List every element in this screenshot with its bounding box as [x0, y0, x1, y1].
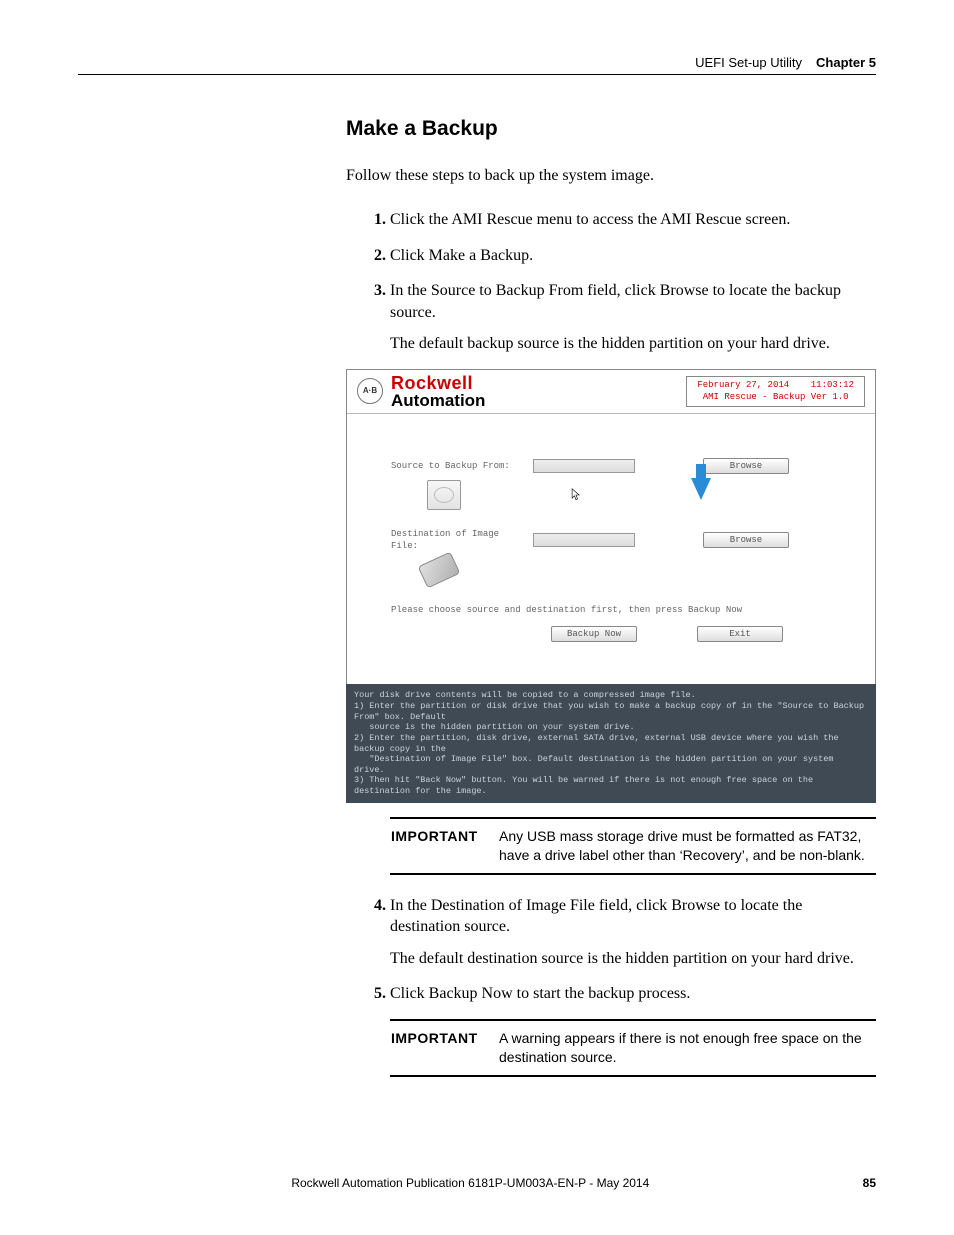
ab-logo-icon: A·B [357, 378, 383, 404]
dest-icon-row [421, 558, 843, 586]
steps-list: Click the AMI Rescue menu to access the … [346, 209, 876, 355]
step-text: In the Source to Backup From field, clic… [390, 282, 841, 321]
important-text: Any USB mass storage drive must be forma… [499, 827, 875, 865]
backup-now-button[interactable]: Backup Now [551, 626, 637, 642]
header-section: UEFI Set-up Utility [695, 55, 802, 70]
step-5: Click Backup Now to start the backup pro… [390, 983, 876, 1005]
step-2: Click Make a Backup. [390, 245, 876, 267]
important-label: IMPORTANT [391, 1029, 479, 1067]
brand-top: Rockwell [391, 374, 485, 392]
brand-text: Rockwell Automation [391, 374, 485, 409]
brand-bottom: Automation [391, 392, 485, 409]
important-box-2: IMPORTANT A warning appears if there is … [390, 1019, 876, 1077]
dest-input[interactable] [533, 533, 635, 547]
action-buttons-row: Backup Now Exit [491, 626, 843, 642]
header-chapter: Chapter 5 [816, 55, 876, 70]
step-text: Click the AMI Rescue menu to access the … [390, 211, 790, 228]
exit-button[interactable]: Exit [697, 626, 783, 642]
dest-browse-button[interactable]: Browse [703, 532, 789, 548]
header-date: February 27, 2014 [697, 380, 789, 390]
step-4-sub: The default destination source is the hi… [390, 948, 876, 970]
important-box-1: IMPORTANT Any USB mass storage drive mus… [390, 817, 876, 875]
step-3-sub: The default backup source is the hidden … [390, 333, 876, 355]
header-version: AMI Rescue - Backup Ver 1.0 [697, 391, 854, 404]
ami-rescue-screenshot: A·B Rockwell Automation February 27, 201… [346, 369, 876, 803]
help-panel: Your disk drive contents will be copied … [346, 684, 876, 802]
page-footer: Rockwell Automation Publication 6181P-UM… [78, 1176, 876, 1190]
steps-list-cont: In the Destination of Image File field, … [346, 895, 876, 1005]
instruction-note: Please choose source and destination fir… [391, 604, 843, 616]
step-3: In the Source to Backup From field, clic… [390, 280, 876, 355]
page: UEFI Set-up Utility Chapter 5 Make a Bac… [0, 0, 954, 1235]
important-label: IMPORTANT [391, 827, 479, 865]
hard-drive-icon [427, 480, 461, 510]
screenshot-body: Source to Backup From: Browse Destinatio… [347, 414, 875, 685]
source-label: Source to Backup From: [391, 460, 519, 472]
source-input[interactable] [533, 459, 635, 473]
important-text: A warning appears if there is not enough… [499, 1029, 875, 1067]
step-text: Click Make a Backup. [390, 247, 533, 264]
source-icon-row [427, 480, 843, 510]
step-1: Click the AMI Rescue menu to access the … [390, 209, 876, 231]
header-datetime: February 27, 2014 11:03:12 [697, 379, 854, 392]
dest-row: Destination of Image File: Browse [391, 528, 843, 552]
cursor-icon [571, 488, 581, 502]
screenshot-header: A·B Rockwell Automation February 27, 201… [347, 370, 875, 414]
page-header: UEFI Set-up Utility Chapter 5 [78, 55, 876, 75]
step-text: In the Destination of Image File field, … [390, 897, 802, 936]
source-browse-button[interactable]: Browse [703, 458, 789, 474]
step-text: Click Backup Now to start the backup pro… [390, 985, 690, 1002]
footer-publication: Rockwell Automation Publication 6181P-UM… [78, 1176, 863, 1190]
dest-label: Destination of Image File: [391, 528, 519, 552]
footer-page-number: 85 [863, 1176, 876, 1190]
usb-drive-icon [418, 552, 461, 589]
header-time: 11:03:12 [811, 380, 854, 390]
arrow-down-icon [691, 478, 711, 510]
source-row: Source to Backup From: Browse [391, 458, 843, 474]
logo-area: A·B Rockwell Automation [357, 374, 485, 409]
intro-text: Follow these steps to back up the system… [346, 165, 876, 187]
section-title: Make a Backup [346, 115, 876, 143]
header-info-box: February 27, 2014 11:03:12 AMI Rescue - … [686, 376, 865, 407]
content-area: Make a Backup Follow these steps to back… [346, 115, 876, 1077]
step-4: In the Destination of Image File field, … [390, 895, 876, 970]
